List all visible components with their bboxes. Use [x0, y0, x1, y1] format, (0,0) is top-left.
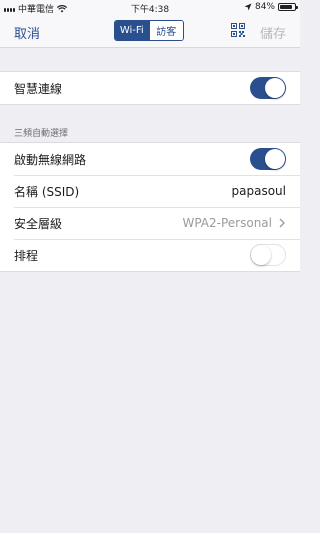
- schedule-row: 排程: [0, 239, 300, 271]
- battery-fill: [280, 5, 292, 9]
- toggle-knob: [265, 78, 285, 98]
- schedule-toggle[interactable]: [250, 244, 286, 266]
- smart-connect-group: 智慧連線: [0, 71, 300, 105]
- ssid-value: papasoul: [231, 184, 286, 198]
- qr-code-icon[interactable]: [231, 23, 245, 37]
- security-label: 安全層級: [14, 216, 63, 231]
- schedule-label: 排程: [14, 248, 39, 263]
- toggle-knob: [265, 149, 285, 169]
- enable-wireless-toggle[interactable]: [250, 148, 286, 170]
- smart-connect-row: 智慧連線: [0, 72, 300, 104]
- enable-wireless-row: 啟動無線網路: [0, 143, 300, 175]
- enable-wireless-label: 啟動無線網路: [14, 152, 87, 167]
- ssid-row[interactable]: 名稱 (SSID) papasoul: [0, 175, 300, 207]
- tab-guest[interactable]: 訪客: [148, 21, 183, 40]
- toggle-knob: [251, 245, 271, 265]
- status-bar: 中華電信 下午4:38 84%: [0, 0, 300, 15]
- smart-connect-label: 智慧連線: [14, 81, 63, 96]
- tri-band-section-header: 三頻自動選擇: [14, 129, 69, 139]
- cancel-button[interactable]: 取消: [14, 23, 40, 42]
- network-segmented-control: Wi-Fi 訪客: [114, 20, 184, 41]
- save-button[interactable]: 儲存: [260, 23, 286, 42]
- chevron-right-icon: [279, 218, 285, 228]
- smart-connect-toggle[interactable]: [250, 77, 286, 99]
- battery-percent: 84%: [254, 2, 275, 12]
- security-value: WPA2-Personal: [182, 216, 272, 230]
- ssid-label: 名稱 (SSID): [14, 184, 80, 199]
- status-right: 84%: [244, 2, 298, 12]
- security-row[interactable]: 安全層級 WPA2-Personal: [0, 207, 300, 239]
- tri-band-group: 啟動無線網路 名稱 (SSID) papasoul 安全層級 WPA2-Pers…: [0, 142, 300, 272]
- battery-icon: [278, 3, 298, 11]
- tab-wifi[interactable]: Wi-Fi: [115, 21, 149, 40]
- nav-bar: 取消 Wi-Fi 訪客 儲存: [0, 14, 300, 48]
- location-arrow-icon: [244, 3, 252, 11]
